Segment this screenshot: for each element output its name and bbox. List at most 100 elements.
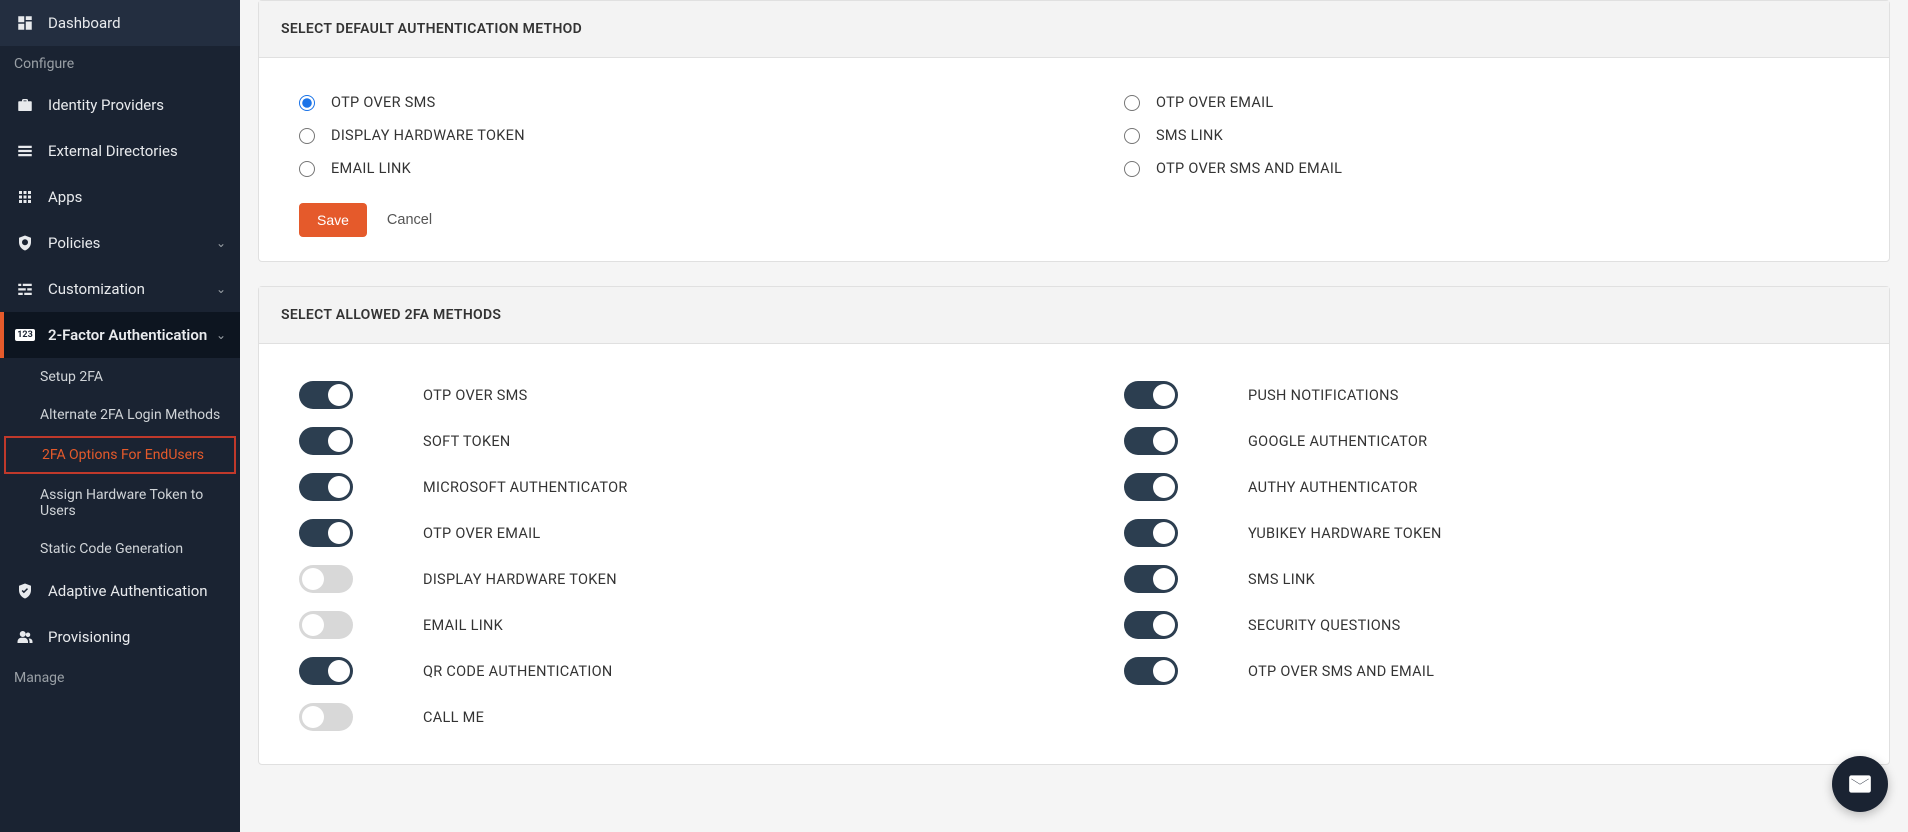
radio-option[interactable]: DISPLAY HARDWARE TOKEN: [299, 119, 1024, 152]
panel-body: OTP OVER SMS DISPLAY HARDWARE TOKENEMAIL …: [259, 58, 1889, 261]
dashboard-icon: [14, 12, 36, 34]
chevron-down-icon: ⌄: [216, 282, 226, 296]
sidebar-sub-2fa-options[interactable]: 2FA Options For EndUsers: [4, 436, 236, 474]
toggle-knob: [302, 614, 324, 636]
panel-default-auth-method: SELECT DEFAULT AUTHENTICATION METHOD OTP…: [258, 0, 1890, 262]
sidebar-item-label: Provisioning: [48, 628, 226, 646]
sidebar-sub-static-code[interactable]: Static Code Generation: [0, 530, 240, 568]
sliders-icon: [14, 278, 36, 300]
toggle-switch[interactable]: [1124, 427, 1178, 455]
radio-input[interactable]: [1124, 128, 1140, 144]
toggle-knob: [1153, 384, 1175, 406]
toggle-switch[interactable]: [1124, 519, 1178, 547]
sidebar-item-provisioning[interactable]: Provisioning: [0, 614, 240, 660]
radio-input[interactable]: [299, 95, 315, 111]
shield-icon: [14, 232, 36, 254]
sidebar-item-customization[interactable]: Customization ⌄: [0, 266, 240, 312]
sidebar-item-dashboard[interactable]: Dashboard: [0, 0, 240, 46]
chevron-down-icon: ⌄: [216, 328, 226, 342]
panel-body: OTP OVER SMSSOFT TOKENMICROSOFT AUTHENTI…: [259, 344, 1889, 764]
toggle-row: MICROSOFT AUTHENTICATOR: [299, 464, 1024, 510]
toggle-column-right: PUSH NOTIFICATIONS GOOGLE AUTHENTICATOR AU…: [1124, 372, 1849, 740]
toggle-label: SMS LINK: [1248, 571, 1315, 588]
toggle-switch[interactable]: [1124, 611, 1178, 639]
cancel-button[interactable]: Cancel: [387, 212, 432, 228]
toggle-label: QR CODE AUTHENTICATION: [423, 663, 613, 680]
toggle-row: GOOGLE AUTHENTICATOR: [1124, 418, 1849, 464]
sidebar: Dashboard Configure Identity Providers E…: [0, 0, 240, 832]
radio-label: OTP OVER SMS: [331, 94, 435, 111]
toggle-row: PUSH NOTIFICATIONS: [1124, 372, 1849, 418]
toggle-label: MICROSOFT AUTHENTICATOR: [423, 479, 628, 496]
sidebar-item-apps[interactable]: Apps: [0, 174, 240, 220]
list-icon: [14, 140, 36, 162]
toggle-knob: [1153, 660, 1175, 682]
radio-option[interactable]: OTP OVER SMS AND EMAIL: [1124, 152, 1849, 185]
toggle-switch[interactable]: [299, 565, 353, 593]
toggle-label: OTP OVER EMAIL: [423, 525, 540, 542]
toggle-label: OTP OVER SMS: [423, 387, 527, 404]
radio-label: OTP OVER SMS AND EMAIL: [1156, 160, 1342, 177]
sidebar-item-label: Policies: [48, 234, 216, 252]
radio-option[interactable]: SMS LINK: [1124, 119, 1849, 152]
toggle-column-left: OTP OVER SMSSOFT TOKENMICROSOFT AUTHENTI…: [299, 372, 1024, 740]
panel-header: SELECT ALLOWED 2FA METHODS: [259, 287, 1889, 344]
sidebar-item-external-directories[interactable]: External Directories: [0, 128, 240, 174]
toggle-label: OTP OVER SMS AND EMAIL: [1248, 663, 1434, 680]
sidebar-sub-assign-token[interactable]: Assign Hardware Token to Users: [0, 476, 240, 530]
toggle-switch[interactable]: [299, 611, 353, 639]
sidebar-sub-setup-2fa[interactable]: Setup 2FA: [0, 358, 240, 396]
toggle-label: GOOGLE AUTHENTICATOR: [1248, 433, 1427, 450]
radio-label: SMS LINK: [1156, 127, 1223, 144]
toggle-switch[interactable]: [299, 657, 353, 685]
toggle-switch[interactable]: [299, 703, 353, 731]
radio-option[interactable]: OTP OVER SMS: [299, 86, 1024, 119]
toggle-switch[interactable]: [1124, 565, 1178, 593]
toggle-label: YUBIKEY HARDWARE TOKEN: [1248, 525, 1442, 542]
sidebar-item-adaptive-auth[interactable]: Adaptive Authentication: [0, 568, 240, 614]
radio-input[interactable]: [1124, 161, 1140, 177]
toggle-switch[interactable]: [1124, 657, 1178, 685]
radio-input[interactable]: [299, 128, 315, 144]
toggle-knob: [302, 568, 324, 590]
toggle-knob: [328, 384, 350, 406]
sidebar-item-identity-providers[interactable]: Identity Providers: [0, 82, 240, 128]
panel-allowed-2fa: SELECT ALLOWED 2FA METHODS OTP OVER SMSS…: [258, 286, 1890, 765]
toggle-switch[interactable]: [299, 427, 353, 455]
radio-option[interactable]: OTP OVER EMAIL: [1124, 86, 1849, 119]
toggle-switch[interactable]: [299, 381, 353, 409]
toggle-switch[interactable]: [299, 519, 353, 547]
radio-input[interactable]: [1124, 95, 1140, 111]
toggle-knob: [328, 522, 350, 544]
save-button[interactable]: Save: [299, 203, 367, 237]
sidebar-sub-alternate-login[interactable]: Alternate 2FA Login Methods: [0, 396, 240, 434]
toggle-label: AUTHY AUTHENTICATOR: [1248, 479, 1418, 496]
toggle-row: QR CODE AUTHENTICATION: [299, 648, 1024, 694]
toggle-switch[interactable]: [1124, 381, 1178, 409]
grid-icon: [14, 186, 36, 208]
toggle-knob: [328, 660, 350, 682]
toggle-row: OTP OVER SMS: [299, 372, 1024, 418]
chat-fab[interactable]: [1832, 756, 1888, 812]
toggle-grid: OTP OVER SMSSOFT TOKENMICROSOFT AUTHENTI…: [299, 372, 1849, 740]
toggle-row: EMAIL LINK: [299, 602, 1024, 648]
radio-input[interactable]: [299, 161, 315, 177]
toggle-label: CALL ME: [423, 709, 484, 726]
chevron-down-icon: ⌄: [216, 236, 226, 250]
section-configure: Configure: [0, 46, 240, 82]
toggle-label: SECURITY QUESTIONS: [1248, 617, 1401, 634]
sidebar-item-2fa[interactable]: 123 2-Factor Authentication ⌄: [0, 312, 240, 358]
briefcase-icon: [14, 94, 36, 116]
toggle-row: OTP OVER SMS AND EMAIL: [1124, 648, 1849, 694]
radio-label: OTP OVER EMAIL: [1156, 94, 1273, 111]
sidebar-item-label: Identity Providers: [48, 96, 226, 114]
toggle-row: CALL ME: [299, 694, 1024, 740]
toggle-knob: [1153, 614, 1175, 636]
toggle-switch[interactable]: [299, 473, 353, 501]
radio-option[interactable]: EMAIL LINK: [299, 152, 1024, 185]
toggle-knob: [328, 476, 350, 498]
toggle-switch[interactable]: [1124, 473, 1178, 501]
sidebar-item-policies[interactable]: Policies ⌄: [0, 220, 240, 266]
toggle-row: SECURITY QUESTIONS: [1124, 602, 1849, 648]
sidebar-item-label: Customization: [48, 280, 216, 298]
